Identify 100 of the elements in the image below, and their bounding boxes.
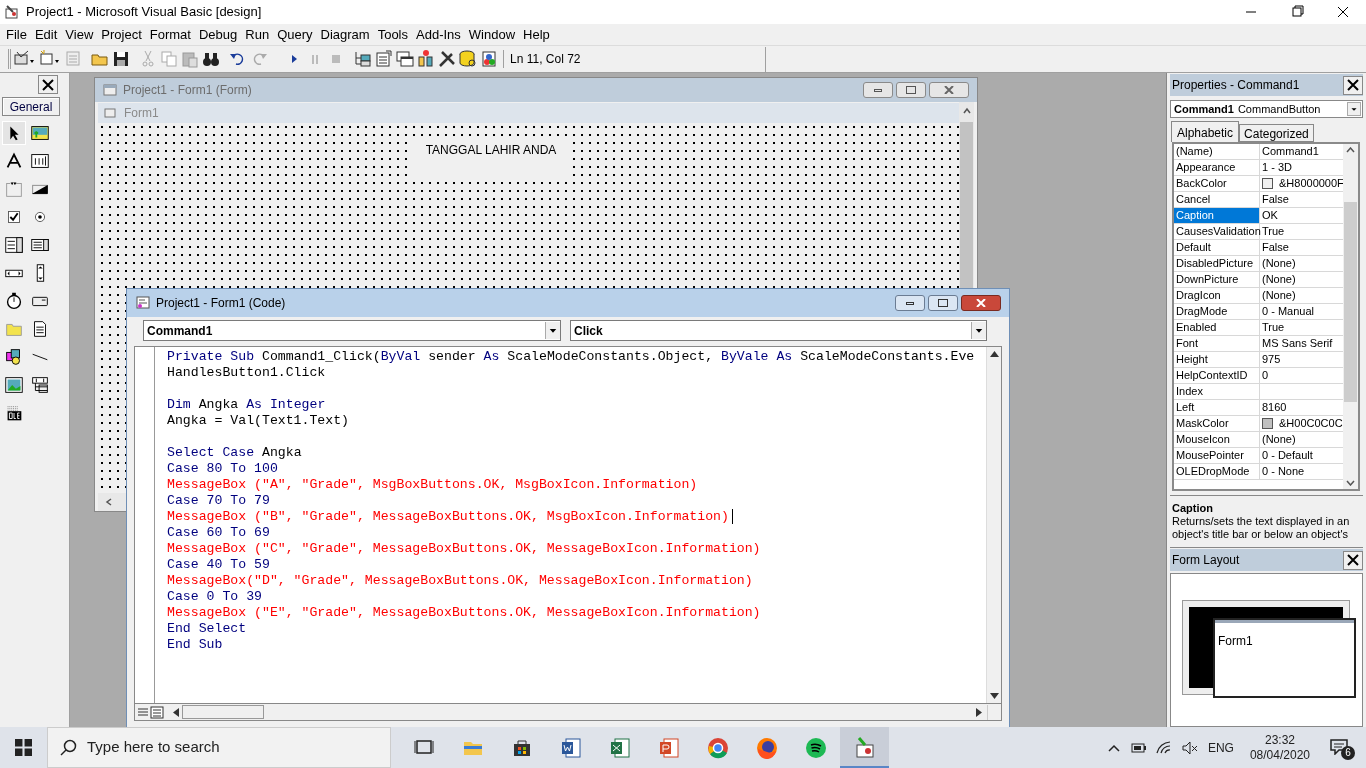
chevron-up-icon[interactable] — [1107, 743, 1120, 752]
tab[interactable]: Alphabetic — [1171, 121, 1240, 142]
property-value[interactable]: False — [1262, 240, 1289, 255]
property-value[interactable]: False — [1262, 192, 1289, 207]
minimize-button[interactable] — [863, 82, 893, 98]
property-value[interactable]: 975 — [1262, 352, 1281, 367]
property-value[interactable]: OK — [1262, 208, 1278, 223]
menu-item[interactable]: Add-Ins — [412, 24, 465, 45]
menu-item[interactable]: Window — [464, 24, 520, 45]
procedure-view-icon[interactable] — [136, 705, 150, 719]
object-dropdown[interactable]: Command1 — [143, 320, 561, 341]
property-name[interactable]: OLEDropMode — [1174, 464, 1260, 479]
menu-item[interactable]: Edit — [30, 24, 62, 45]
scroll-right-icon[interactable] — [975, 707, 983, 717]
visual-basic-icon[interactable] — [853, 735, 876, 758]
scroll-up-icon[interactable] — [1346, 147, 1355, 153]
menu-item[interactable]: Tools — [373, 24, 412, 45]
property-name[interactable]: Index — [1174, 384, 1260, 399]
property-value[interactable]: True — [1262, 224, 1285, 239]
property-value[interactable]: 0 - Manual — [1262, 304, 1314, 319]
property-name[interactable]: Font — [1174, 336, 1260, 351]
battery-icon[interactable] — [1129, 741, 1146, 754]
close-button[interactable] — [1343, 550, 1363, 570]
property-name[interactable]: DownPicture — [1174, 272, 1260, 287]
database-icon[interactable] — [458, 49, 478, 69]
menu-item[interactable]: Project — [97, 24, 146, 45]
property-name[interactable]: MousePointer — [1174, 448, 1260, 463]
property-name[interactable]: Cancel — [1174, 192, 1260, 207]
presentation-app-icon[interactable] — [657, 736, 680, 759]
object-dropdown[interactable]: Command1 CommandButton — [1170, 100, 1363, 118]
components-icon[interactable] — [479, 49, 499, 69]
property-name[interactable]: DragMode — [1174, 304, 1260, 319]
clock[interactable]: 23:32 08/04/2020 — [1249, 732, 1310, 763]
property-name[interactable]: Caption — [1174, 208, 1260, 223]
property-value[interactable]: 1 - 3D — [1262, 160, 1292, 175]
scroll-up-icon[interactable] — [989, 351, 999, 357]
property-value[interactable]: Command1 — [1262, 144, 1319, 159]
speaker-muted-icon[interactable] — [1181, 740, 1198, 755]
language-indicator[interactable]: ENG — [1207, 738, 1234, 757]
menu-item[interactable]: View — [61, 24, 98, 45]
menu-item[interactable]: Diagram — [316, 24, 374, 45]
property-value[interactable]: True — [1262, 320, 1285, 335]
property-name[interactable]: Height — [1174, 352, 1260, 367]
code-editor[interactable] — [155, 347, 986, 703]
property-name[interactable]: DragIcon — [1174, 288, 1260, 303]
document-app-icon[interactable] — [559, 736, 582, 759]
scroll-down-icon[interactable] — [1346, 480, 1355, 486]
scrollbar-thumb[interactable] — [182, 705, 264, 719]
close-button[interactable] — [1343, 75, 1363, 95]
property-name[interactable]: DisabledPicture — [1174, 256, 1260, 271]
menu-item[interactable]: File — [2, 24, 31, 45]
scroll-left-icon[interactable] — [104, 497, 114, 507]
property-name[interactable]: Appearance — [1174, 160, 1260, 175]
scroll-down-icon[interactable] — [989, 693, 999, 699]
menu-item[interactable]: Format — [145, 24, 195, 45]
scroll-left-icon[interactable] — [172, 707, 180, 717]
form-layout-icon[interactable] — [395, 49, 415, 69]
property-name[interactable]: HelpContextID — [1174, 368, 1260, 383]
search-field[interactable]: Type here to search — [47, 727, 391, 768]
property-value[interactable]: 0 - None — [1262, 464, 1305, 479]
procedure-dropdown[interactable]: Click — [570, 320, 987, 341]
property-name[interactable]: Default — [1174, 240, 1260, 255]
menu-item[interactable]: Run — [241, 24, 274, 45]
property-value[interactable]: (None) — [1262, 432, 1296, 447]
property-value[interactable]: (None) — [1262, 272, 1296, 287]
toolbox-tab[interactable]: General — [2, 97, 60, 116]
music-app-icon[interactable] — [804, 736, 827, 759]
restore-button[interactable] — [896, 82, 926, 98]
full-module-view-icon[interactable] — [150, 705, 164, 719]
wifi-icon[interactable] — [1155, 740, 1172, 755]
property-value[interactable]: 0 - Default — [1262, 448, 1313, 463]
close-button[interactable] — [961, 295, 1001, 311]
windows-start-icon[interactable] — [15, 739, 32, 756]
object-browser-icon[interactable] — [416, 49, 436, 69]
menu-item[interactable]: Help — [519, 24, 554, 45]
minimize-button[interactable] — [895, 295, 925, 311]
fox-browser-icon[interactable] — [755, 736, 778, 759]
property-value[interactable]: (None) — [1262, 256, 1296, 271]
property-name[interactable]: Left — [1174, 400, 1260, 415]
spreadsheet-app-icon[interactable] — [608, 736, 631, 759]
property-name[interactable]: MouseIcon — [1174, 432, 1260, 447]
vertical-scrollbar[interactable] — [1343, 144, 1358, 489]
property-name[interactable]: Enabled — [1174, 320, 1260, 335]
menu-item[interactable]: Debug — [194, 24, 242, 45]
property-name[interactable]: BackColor — [1174, 176, 1260, 191]
property-value[interactable]: MS Sans Serif — [1262, 336, 1333, 351]
property-value[interactable]: &H8000000F — [1279, 176, 1343, 191]
scroll-up-icon[interactable] — [961, 106, 972, 116]
menu-item[interactable]: Query — [273, 24, 317, 45]
vertical-scrollbar[interactable] — [986, 347, 1001, 703]
property-name[interactable]: CausesValidation — [1174, 224, 1260, 239]
restore-button[interactable] — [928, 295, 958, 311]
project-explorer-icon[interactable] — [353, 49, 373, 69]
property-name[interactable]: (Name) — [1174, 144, 1260, 159]
pointer-icon[interactable] — [2, 121, 26, 145]
save-icon[interactable] — [111, 49, 131, 69]
property-value[interactable]: 0 — [1262, 368, 1269, 383]
close-button[interactable] — [38, 75, 58, 94]
browser-icon[interactable] — [706, 736, 729, 759]
form-preview[interactable]: Form1 — [1213, 618, 1356, 698]
